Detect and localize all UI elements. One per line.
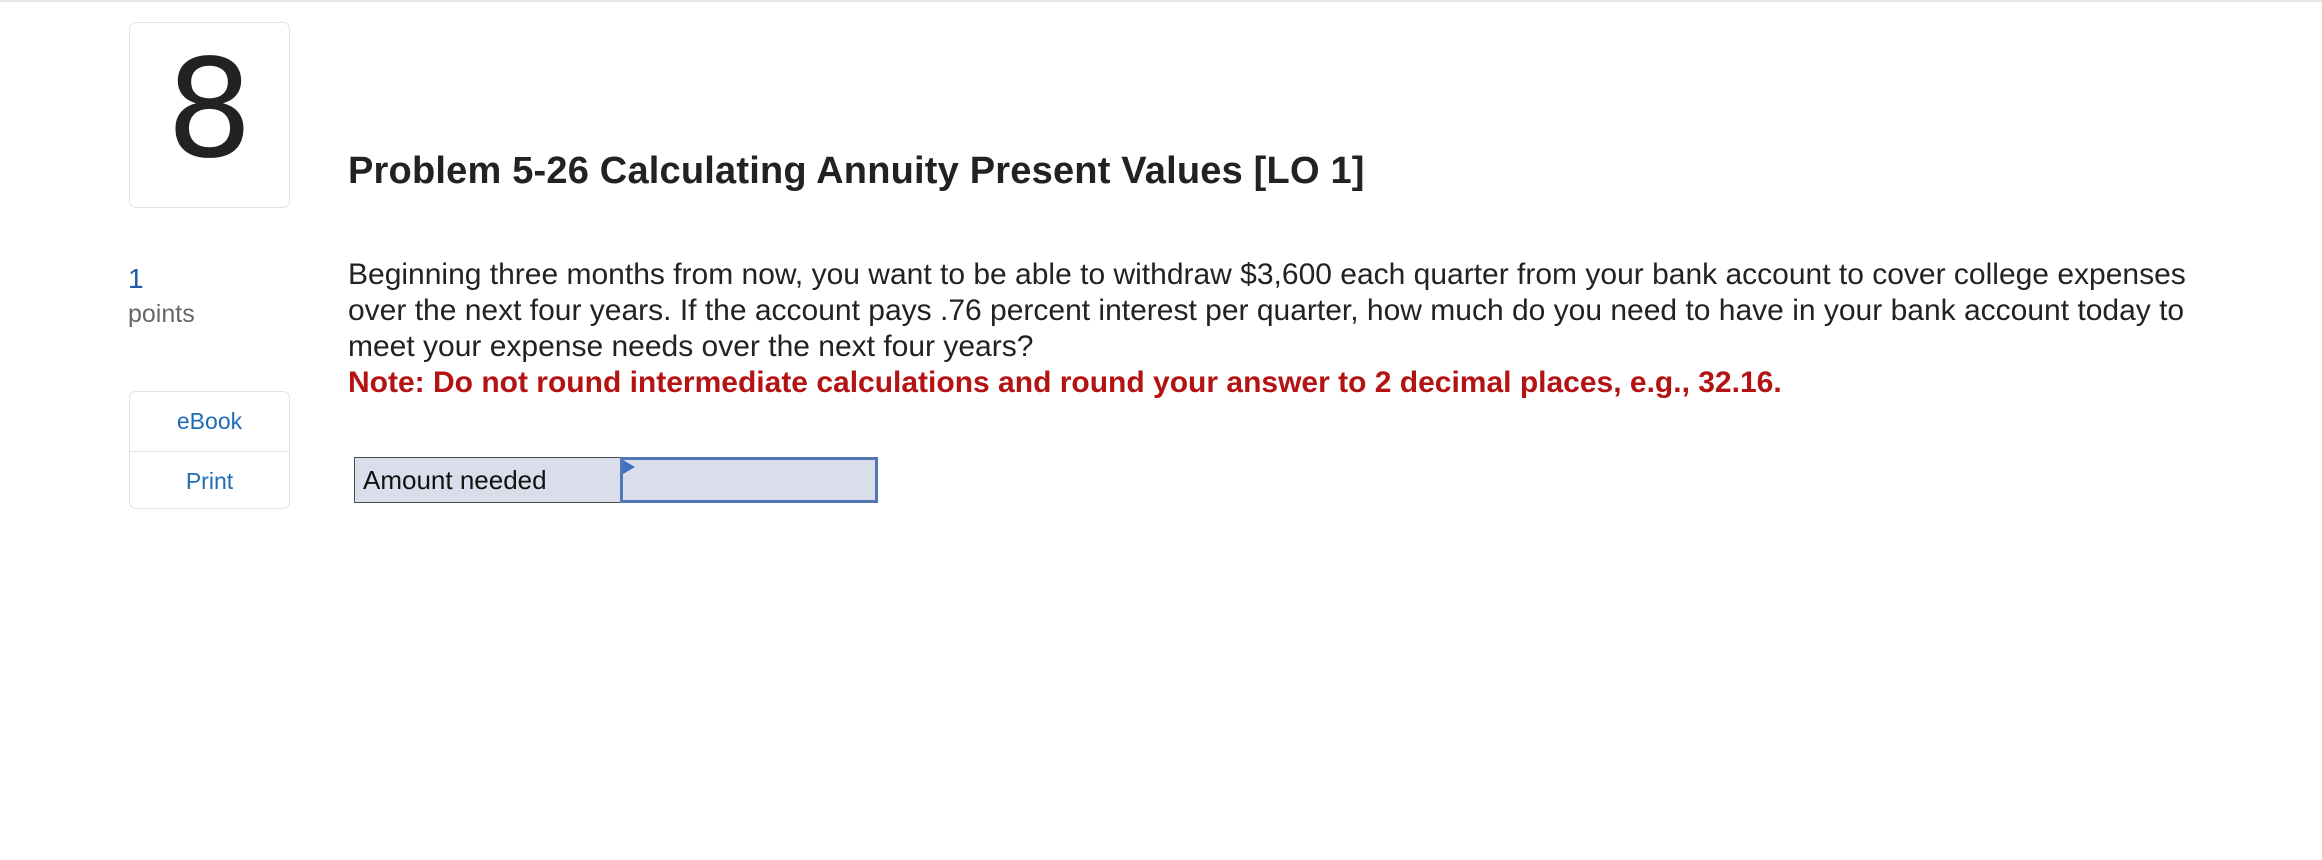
answer-table: Amount needed [354,457,878,503]
points-value: 1 [128,263,144,294]
amount-needed-label: Amount needed [354,457,620,503]
ebook-link[interactable]: eBook [130,392,289,451]
problem-title: Problem 5-26 Calculating Annuity Present… [348,150,1365,192]
amount-needed-cell[interactable] [620,457,878,503]
rounding-note: Note: Do not round intermediate calculat… [348,366,1782,399]
question-number: 8 [166,31,253,189]
question-body: Beginning three months from now, you wan… [348,258,2186,363]
top-divider [0,0,2322,2]
cell-indicator-icon [623,460,635,474]
amount-needed-input[interactable] [623,460,875,500]
question-number-box: 8 [129,22,290,208]
points-label: points [128,300,195,328]
question-text: Beginning three months from now, you wan… [348,257,2208,401]
print-link[interactable]: Print [130,451,289,508]
question-tools-panel: eBook Print [129,391,290,509]
